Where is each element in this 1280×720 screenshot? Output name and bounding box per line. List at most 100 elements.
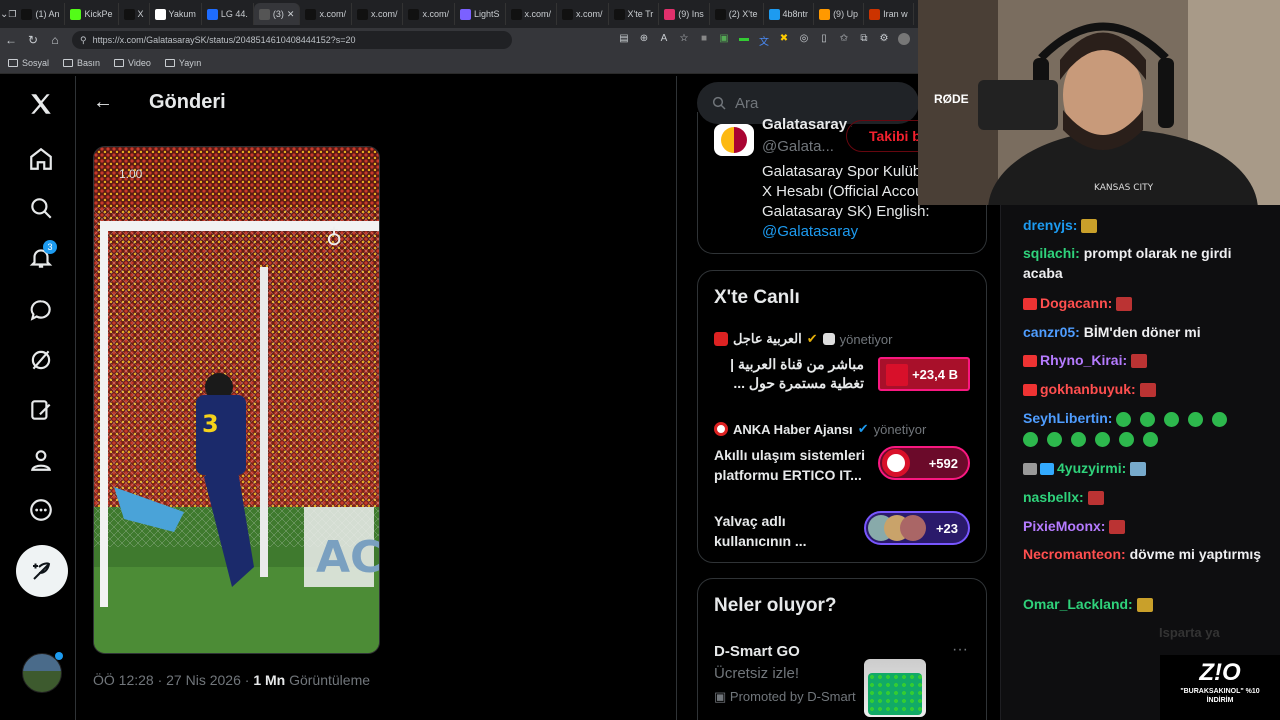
chat-username[interactable]: Necromanteon:	[1023, 546, 1126, 562]
tab-favicon-icon	[768, 8, 780, 20]
bookmark-label: Basın	[77, 57, 101, 68]
tab-label: x.com/	[524, 9, 552, 19]
profile-icon[interactable]	[17, 440, 65, 480]
profile-handle[interactable]: @Galata...	[762, 138, 834, 155]
read-aloud-icon[interactable]: A	[658, 33, 670, 48]
browser-tab[interactable]: LG 44.	[202, 3, 254, 25]
bookmark-folder-basin[interactable]: Basın	[63, 58, 100, 68]
chat-username[interactable]: 4yuzyirmi:	[1057, 460, 1126, 476]
site-info-icon[interactable]: ⚲	[80, 35, 87, 46]
live-text[interactable]: Yalvaç adlı kullanıcının ...	[714, 511, 824, 551]
browser-tab[interactable]: (2) X'te	[710, 3, 764, 25]
browser-tab[interactable]: Yakum	[150, 3, 202, 25]
more-options-icon[interactable]	[17, 490, 65, 530]
back-nav-icon[interactable]: ←	[0, 33, 22, 47]
x-logo-icon[interactable]	[17, 84, 65, 124]
chat-username[interactable]: Omar_Lackland:	[1023, 596, 1133, 612]
browser-tab[interactable]: LightS	[455, 3, 506, 25]
extension-2-icon[interactable]: ▣	[718, 33, 730, 48]
favorites-icon[interactable]: ✩	[838, 33, 850, 48]
zoom-icon[interactable]: ⊕	[638, 33, 650, 48]
live-join-button[interactable]: +23,4 B	[878, 357, 970, 391]
tab-favicon-icon	[154, 8, 166, 20]
browser-tab[interactable]: x.com/	[352, 3, 404, 25]
chat-username[interactable]: nasbellx:	[1023, 489, 1084, 505]
browser-tab[interactable]: (9) Up	[814, 3, 865, 25]
live-join-button[interactable]: +23	[864, 511, 970, 545]
folder-icon	[114, 58, 125, 67]
ad-subtitle: Ücretsiz izle!	[714, 665, 800, 682]
bookmark-folder-video[interactable]: Video	[114, 58, 151, 68]
browser-tab[interactable]: Iran w	[864, 3, 914, 25]
profile-avatar-icon[interactable]	[898, 32, 910, 45]
collections-icon[interactable]: ⧉	[858, 33, 870, 48]
browser-tab[interactable]: x.com/	[300, 3, 352, 25]
browser-tab[interactable]: KickPe	[65, 3, 119, 25]
browser-tab[interactable]: X	[119, 3, 150, 25]
premium-edit-icon[interactable]	[17, 390, 65, 430]
reload-icon[interactable]: ↻	[22, 33, 44, 47]
tab-label: x.com/	[319, 9, 346, 19]
chat-username[interactable]: Dogacann:	[1040, 295, 1112, 311]
home-icon[interactable]: ⌂	[44, 33, 66, 47]
tab-label: KickPe	[84, 9, 113, 19]
bookmark-folder-sosyal[interactable]: Sosyal	[8, 58, 49, 68]
chat-username[interactable]: Rhyno_Kirai:	[1040, 352, 1127, 368]
extensions-icon[interactable]: ⚙	[878, 33, 890, 48]
browser-tab[interactable]: 4b8ntr	[764, 3, 815, 25]
profile-name[interactable]: Galatasaray Spor Kulübü	[762, 116, 852, 133]
extension-1-icon[interactable]: ■	[698, 33, 710, 48]
chat-text: BİM'den döner mi	[1083, 324, 1201, 340]
post-timestamp[interactable]: ÖÖ 12:28 · 27 Nis 2026 ·	[93, 672, 253, 688]
compose-post-button[interactable]	[16, 545, 68, 597]
explore-search-icon[interactable]	[17, 188, 65, 228]
chat-message: Rhyno_Kirai:	[1023, 350, 1273, 370]
more-options-icon[interactable]: ···	[952, 641, 968, 659]
browser-tab[interactable]: (9) Ins	[659, 3, 710, 25]
close-tab-icon[interactable]: ✕	[287, 9, 295, 20]
back-arrow-icon[interactable]: ←	[93, 91, 117, 114]
ad-image[interactable]	[864, 659, 926, 717]
bookmark-folder-yayin[interactable]: Yayın	[164, 58, 201, 68]
chat-username[interactable]: PixieMoonx:	[1023, 518, 1105, 534]
tab-favicon-icon	[206, 8, 218, 20]
chat-username[interactable]: gokhanbuyuk:	[1040, 381, 1136, 397]
reading-view-icon[interactable]: ▤	[618, 33, 630, 48]
emote-icon	[1164, 411, 1180, 427]
chat-username[interactable]: canzr05:	[1023, 324, 1080, 340]
url-field[interactable]: ⚲ https://x.com/GalatasaraySK/status/204…	[72, 31, 512, 49]
favorite-star-icon[interactable]: ☆	[678, 33, 690, 48]
notifications-bell-icon[interactable]: 3	[17, 238, 65, 278]
live-join-button[interactable]: +592	[878, 446, 970, 480]
browser-tab[interactable]: x.com/	[403, 3, 455, 25]
search-input[interactable]: Ara	[735, 95, 758, 112]
emote-icon	[1119, 431, 1134, 447]
chat-username[interactable]: sqilachi:	[1023, 245, 1080, 261]
messages-icon[interactable]	[17, 290, 65, 330]
svg-text:KANSAS CITY: KANSAS CITY	[1094, 183, 1154, 193]
tab-menu-icon[interactable]: ⌄	[0, 9, 8, 20]
split-screen-icon[interactable]: ▯	[818, 33, 830, 48]
translate-icon[interactable]: 文	[758, 33, 770, 48]
profile-bio-link[interactable]: @Galatasaray	[762, 223, 858, 240]
workspace-icon[interactable]: ❐	[8, 9, 16, 20]
extension-5-icon[interactable]: ◎	[798, 33, 810, 48]
browser-tab[interactable]: (3) ✕	[253, 3, 301, 25]
galatasaray-logo[interactable]	[714, 124, 754, 156]
browser-tab[interactable]: (1) An	[16, 3, 66, 25]
tab-favicon-icon	[459, 8, 471, 20]
grok-icon[interactable]	[17, 340, 65, 380]
browser-tab[interactable]: X'te Tr	[609, 3, 660, 25]
extension-3-icon[interactable]: ▬	[738, 33, 750, 48]
post-video[interactable]: 3 AC ♁ 1.00	[93, 146, 380, 654]
home-nav-icon[interactable]	[17, 139, 65, 179]
chat-username[interactable]: drenyjs:	[1023, 217, 1077, 233]
chat-username[interactable]: SeyhLibertin:	[1023, 410, 1112, 426]
ad-name[interactable]: D-Smart GO	[714, 643, 800, 660]
browser-tab[interactable]: x.com/	[557, 3, 609, 25]
account-avatar[interactable]	[22, 652, 63, 693]
streamer-webcam: KANSAS CITY RØDE	[918, 0, 1280, 205]
extension-4-icon[interactable]: ✖	[778, 33, 790, 48]
emote-icon	[1140, 411, 1156, 427]
browser-tab[interactable]: x.com/	[506, 3, 558, 25]
